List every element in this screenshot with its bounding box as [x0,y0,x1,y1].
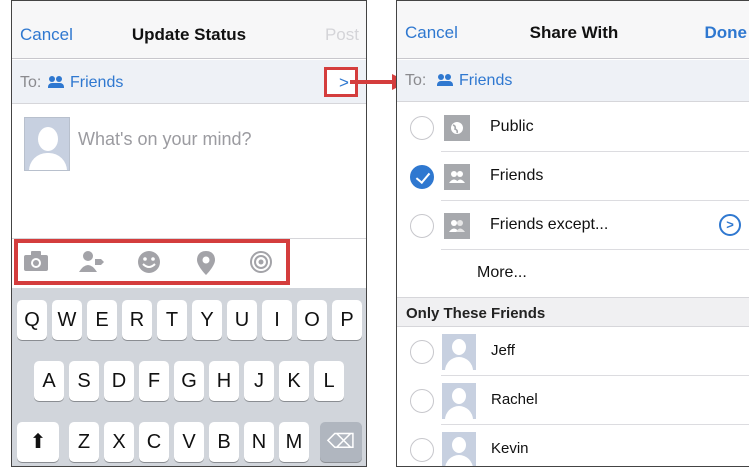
option-public[interactable]: Public [397,103,749,152]
cancel-button[interactable]: Cancel [20,25,73,45]
more-label: More... [477,264,527,281]
avatar [442,432,476,466]
key-r[interactable]: R [122,300,152,340]
to-label: To: [20,74,42,91]
option-label: Friends except... [490,216,609,233]
friend-row-rachel[interactable]: Rachel [397,376,749,425]
key-m[interactable]: M [279,422,309,462]
nav-bar: Share With Cancel Done [397,1,749,59]
radio-public[interactable] [410,116,434,140]
audience-value: Friends [48,74,124,92]
avatar [442,334,476,370]
key-n[interactable]: N [244,422,274,462]
radio-friend[interactable] [410,340,434,364]
key-p[interactable]: P [332,300,362,340]
key-l[interactable]: L [314,361,344,401]
key-k[interactable]: K [279,361,309,401]
key-o[interactable]: O [297,300,327,340]
key-w[interactable]: W [52,300,82,340]
key-g[interactable]: G [174,361,204,401]
cancel-button[interactable]: Cancel [405,23,458,43]
option-label: Friends [490,167,544,184]
key-x[interactable]: X [104,422,134,462]
key-v[interactable]: V [174,422,204,462]
audience-row[interactable]: To: Friends > [12,60,366,104]
globe-icon [444,115,470,141]
friend-name: Jeff [491,342,515,359]
keyboard: Q W E R T Y U I O P A S D F G H J K L ⬆ … [12,288,366,466]
friends-except-icon [444,213,470,239]
radio-friends-except[interactable] [410,214,434,238]
key-j[interactable]: J [244,361,274,401]
friend-name: Rachel [491,391,538,408]
audience-label: Friends [70,74,124,91]
chevron-right-icon: > [339,73,349,92]
key-t[interactable]: T [157,300,187,340]
key-b[interactable]: B [209,422,239,462]
key-h[interactable]: H [209,361,239,401]
key-a[interactable]: A [34,361,64,401]
key-e[interactable]: E [87,300,117,340]
friends-icon [444,164,470,190]
radio-friends-checked[interactable] [410,165,434,189]
more-row[interactable]: More... [397,250,749,297]
section-header: Only These Friends [397,297,749,327]
key-u[interactable]: U [227,300,257,340]
friends-icon [437,74,454,86]
key-y[interactable]: Y [192,300,222,340]
to-label: To: [405,72,427,89]
key-f[interactable]: F [139,361,169,401]
done-button[interactable]: Done [705,23,748,43]
chevron-right-icon[interactable]: > [719,214,741,236]
avatar [442,383,476,419]
key-s[interactable]: S [69,361,99,401]
key-d[interactable]: D [104,361,134,401]
radio-friend[interactable] [410,389,434,413]
status-input[interactable]: What's on your mind? [78,129,252,150]
update-status-screen: Update Status Cancel Post To: Friends > … [11,0,367,467]
friend-row-jeff[interactable]: Jeff [397,327,749,376]
nav-bar: Update Status Cancel Post [12,1,366,59]
shift-key[interactable]: ⬆ [17,422,59,462]
section-title: Only These Friends [406,305,546,322]
key-q[interactable]: Q [17,300,47,340]
audience-row: To: Friends [397,60,749,102]
key-i[interactable]: I [262,300,292,340]
friends-icon [48,76,65,88]
option-label: Public [490,118,534,135]
key-z[interactable]: Z [69,422,99,462]
avatar [24,117,70,171]
audience-label: Friends [459,72,513,89]
friend-row-kevin[interactable]: Kevin [397,425,749,466]
attachment-highlight [14,239,290,285]
key-c[interactable]: C [139,422,169,462]
friend-name: Kevin [491,440,529,457]
audience-value: Friends [437,72,513,90]
radio-friend[interactable] [410,438,434,462]
share-with-screen: Share With Cancel Done To: Friends Publi… [396,0,749,467]
option-friends-except[interactable]: Friends except... > [397,201,749,250]
delete-key[interactable]: ⌫ [320,422,362,462]
option-friends[interactable]: Friends [397,152,749,201]
post-button[interactable]: Post [325,25,359,45]
